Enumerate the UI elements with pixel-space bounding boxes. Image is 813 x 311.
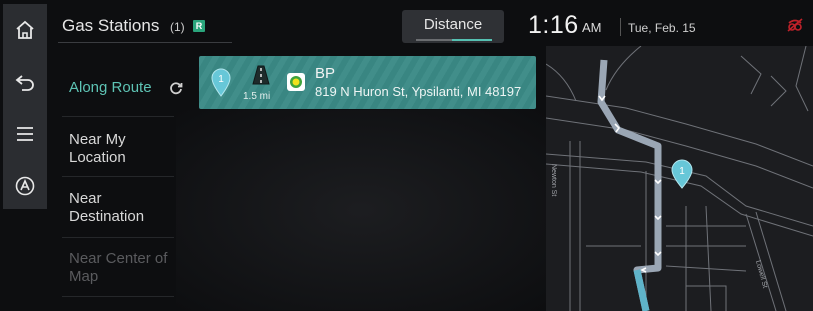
result-marker-number: 1 (218, 74, 224, 85)
menu-divider (62, 116, 174, 117)
bp-logo-icon (287, 73, 305, 91)
list-background (176, 110, 546, 310)
result-count: (1) (170, 20, 185, 34)
result-distance: 1.5 mi (243, 91, 271, 102)
back-button[interactable] (3, 60, 47, 104)
result-card-bp[interactable]: 1 1.5 mi BP 819 N Huron St, Ypsilanti, M… (199, 56, 536, 109)
road-icon (252, 65, 270, 85)
map-marker-icon[interactable]: 1 (671, 159, 693, 189)
result-marker-icon: 1 (211, 68, 231, 97)
date-label: Tue, Feb. 15 (628, 21, 696, 35)
street-label-newton: Newton St (550, 164, 557, 196)
home-button[interactable] (3, 8, 47, 52)
phone-disconnected-icon (786, 17, 804, 38)
menu-item-near-center-of-map: Near Center of Map (69, 250, 168, 285)
map-canvas: Newton St Lowell St 1 (546, 46, 813, 311)
title-divider (58, 42, 232, 43)
result-address: 819 N Huron St, Ypsilanti, MI 48197 (315, 84, 522, 99)
map-marker-number: 1 (679, 166, 685, 177)
menu-icon (17, 127, 33, 141)
street-label-lowell: Lowell St (754, 260, 768, 289)
clock-ampm: AM (582, 20, 602, 35)
clock-time: 1:16 (528, 11, 579, 39)
menu-item-along-route[interactable]: Along Route (69, 79, 183, 97)
result-name: BP (315, 65, 336, 82)
menu-item-near-destination[interactable]: Near Destination (69, 190, 164, 226)
refresh-icon[interactable] (169, 81, 183, 95)
back-icon (15, 75, 34, 91)
menu-divider (62, 237, 174, 238)
header-separator (620, 18, 621, 36)
map-view[interactable]: Newton St Lowell St 1 (546, 46, 813, 311)
sort-indicator-active (452, 39, 492, 41)
menu-divider (62, 296, 174, 297)
menu-item-label: Along Route (69, 79, 152, 96)
page-title: Gas Stations (62, 16, 160, 35)
menu-divider (62, 176, 174, 177)
route-badge: R (193, 20, 205, 32)
side-rail (3, 4, 47, 209)
navigation-screen: Gas Stations (1) R Distance 1:16 AM Tue,… (0, 0, 813, 311)
menu-button[interactable] (3, 112, 47, 156)
navigation-button[interactable] (3, 164, 47, 208)
menu-item-near-my-location[interactable]: Near My Location (69, 131, 159, 167)
navigation-icon (15, 176, 35, 196)
home-icon (16, 20, 34, 39)
